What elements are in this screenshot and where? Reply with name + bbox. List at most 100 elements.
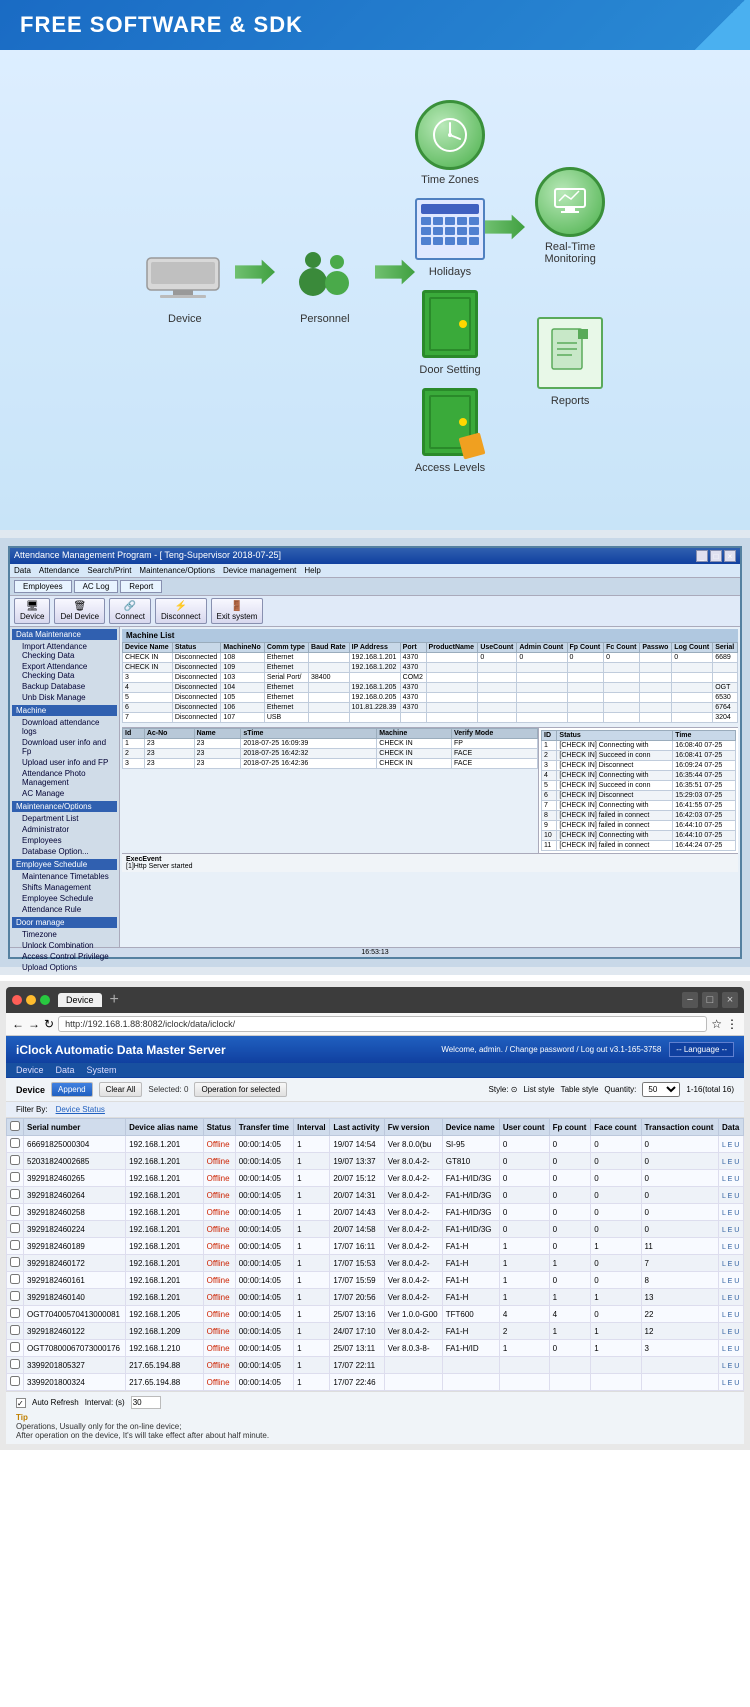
device-row[interactable]: 3929182460258192.168.1.201Offline00:00:1… — [7, 1204, 744, 1221]
sidebar-download-logs[interactable]: Download attendance logs — [12, 717, 117, 737]
sidebar-upload-user[interactable]: Upload user info and FP — [12, 757, 117, 768]
sidebar-export-attendance[interactable]: Export Attendance Checking Data — [12, 661, 117, 681]
new-tab-btn[interactable]: + — [110, 991, 119, 1009]
device-row[interactable]: 3929182460161192.168.1.201Offline00:00:1… — [7, 1272, 744, 1289]
sidebar-upload-options[interactable]: Upload Options — [12, 962, 117, 973]
device-row-checkbox[interactable] — [7, 1323, 24, 1340]
sidebar-photo-mgmt[interactable]: Attendance Photo Management — [12, 768, 117, 788]
sidebar-dept-list[interactable]: Department List — [12, 813, 117, 824]
menu-help[interactable]: Help — [304, 566, 320, 575]
device-row-checkbox[interactable] — [7, 1153, 24, 1170]
sidebar-backup-db[interactable]: Backup Database — [12, 681, 117, 692]
browser-minimize[interactable]: − — [682, 992, 698, 1008]
browser-dot-min[interactable] — [26, 995, 36, 1005]
append-btn[interactable]: Append — [51, 1082, 93, 1097]
tab-report[interactable]: Report — [120, 580, 162, 593]
device-row-checkbox[interactable] — [7, 1187, 24, 1204]
menu-device-mgmt[interactable]: Device management — [223, 566, 296, 575]
machine-table-container[interactable]: Device Name Status MachineNo Comm type B… — [122, 642, 738, 723]
menu-data[interactable]: Data — [14, 566, 31, 575]
sidebar-db-option[interactable]: Database Option... — [12, 846, 117, 857]
win-maximize-btn[interactable]: □ — [710, 550, 722, 562]
nav-more[interactable]: ⋮ — [726, 1017, 738, 1031]
menu-maintenance[interactable]: Maintenance/Options — [139, 566, 215, 575]
device-row[interactable]: 3929182460140192.168.1.201Offline00:00:1… — [7, 1289, 744, 1306]
select-all-checkbox[interactable] — [10, 1121, 20, 1131]
table-style[interactable]: Table style — [561, 1085, 599, 1094]
device-row[interactable]: 3929182460172192.168.1.201Offline00:00:1… — [7, 1255, 744, 1272]
device-row-checkbox[interactable] — [7, 1136, 24, 1153]
sidebar-ac-manage[interactable]: AC Manage — [12, 788, 117, 799]
sidebar-unb-disk[interactable]: Unb Disk Manage — [12, 692, 117, 703]
nav-star[interactable]: ☆ — [711, 1017, 722, 1031]
tab-employees[interactable]: Employees — [14, 580, 72, 593]
browser-close[interactable]: × — [722, 992, 738, 1008]
url-bar[interactable]: http://192.168.1.88:8082/iclock/data/icl… — [58, 1016, 707, 1032]
list-style[interactable]: List style — [523, 1085, 554, 1094]
device-row[interactable]: OGT70400570413000081192.168.1.205Offline… — [7, 1306, 744, 1323]
device-row[interactable]: 3929182460224192.168.1.201Offline00:00:1… — [7, 1221, 744, 1238]
toolbar-device-btn[interactable]: 🖥 Device — [14, 598, 50, 624]
machine-row[interactable]: 7Disconnected107USB3204 — [123, 713, 738, 723]
sidebar-import-attendance[interactable]: Import Attendance Checking Data — [12, 641, 117, 661]
win-close-btn[interactable]: × — [724, 550, 736, 562]
interval-input[interactable]: 30 — [131, 1396, 161, 1409]
sidebar-emp-schedule[interactable]: Employee Schedule — [12, 893, 117, 904]
nav-forward[interactable]: → — [28, 1017, 40, 1031]
event-row[interactable]: 223232018-07-25 16:42:32CHECK INFACE — [123, 749, 538, 759]
device-row-checkbox[interactable] — [7, 1357, 24, 1374]
device-row[interactable]: 66691825000304192.168.1.201Offline00:00:… — [7, 1136, 744, 1153]
device-row-checkbox[interactable] — [7, 1238, 24, 1255]
filter-value[interactable]: Device Status — [56, 1105, 105, 1114]
device-row-checkbox[interactable] — [7, 1170, 24, 1187]
sidebar-unlock[interactable]: Unlock Combination — [12, 940, 117, 951]
device-row-checkbox[interactable] — [7, 1221, 24, 1238]
sidebar-shifts-mgmt[interactable]: Shifts Management — [12, 882, 117, 893]
device-row-checkbox[interactable] — [7, 1289, 24, 1306]
operation-btn[interactable]: Operation for selected — [194, 1082, 287, 1097]
browser-restore[interactable]: □ — [702, 992, 718, 1008]
sidebar-admin[interactable]: Administrator — [12, 824, 117, 835]
menu-search-print[interactable]: Search/Print — [87, 566, 131, 575]
win-minimize-btn[interactable]: _ — [696, 550, 708, 562]
sidebar-timezone[interactable]: Timezone — [12, 929, 117, 940]
sidebar-maintenance-tt[interactable]: Maintenance Timetables — [12, 871, 117, 882]
toolbar-exit-btn[interactable]: 🚪 Exit system — [211, 598, 264, 624]
device-row[interactable]: OGT70800067073000176192.168.1.210Offline… — [7, 1340, 744, 1357]
sidebar-access-privilege[interactable]: Access Control Privilege — [12, 951, 117, 962]
device-row[interactable]: 3929182460122192.168.1.209Offline00:00:1… — [7, 1323, 744, 1340]
machine-row[interactable]: CHECK INDisconnected109Ethernet192.168.1… — [123, 663, 738, 673]
device-row[interactable]: 3399201800324217.65.194.88Offline00:00:1… — [7, 1374, 744, 1391]
tab-aclog[interactable]: AC Log — [74, 580, 119, 593]
event-row[interactable]: 323232018-07-25 16:42:36CHECK INFACE — [123, 759, 538, 769]
menu-attendance[interactable]: Attendance — [39, 566, 79, 575]
browser-dot-max[interactable] — [40, 995, 50, 1005]
browser-tab[interactable]: Device — [58, 993, 102, 1007]
device-row-checkbox[interactable] — [7, 1204, 24, 1221]
browser-dot-close[interactable] — [12, 995, 22, 1005]
language-btn[interactable]: -- Language -- — [669, 1042, 734, 1057]
nav-item-device[interactable]: Device — [16, 1065, 44, 1075]
machine-row[interactable]: 4Disconnected104Ethernet192.168.1.205437… — [123, 683, 738, 693]
machine-row[interactable]: CHECK INDisconnected108Ethernet192.168.1… — [123, 653, 738, 663]
device-row-checkbox[interactable] — [7, 1340, 24, 1357]
nav-item-data[interactable]: Data — [56, 1065, 75, 1075]
toolbar-disconnect-btn[interactable]: ⚡ Disconnect — [155, 598, 207, 624]
device-row-checkbox[interactable] — [7, 1306, 24, 1323]
clear-all-btn[interactable]: Clear All — [99, 1082, 143, 1097]
machine-row[interactable]: 6Disconnected106Ethernet101.81.228.39437… — [123, 703, 738, 713]
device-row[interactable]: 3399201805327217.65.194.88Offline00:00:1… — [7, 1357, 744, 1374]
event-row[interactable]: 123232018-07-25 16:09:39CHECK INFP — [123, 739, 538, 749]
device-row[interactable]: 3929182460189192.168.1.201Offline00:00:1… — [7, 1238, 744, 1255]
device-row-checkbox[interactable] — [7, 1374, 24, 1391]
toolbar-connect-btn[interactable]: 🔗 Connect — [109, 598, 151, 624]
machine-row[interactable]: 5Disconnected105Ethernet192.168.0.205437… — [123, 693, 738, 703]
device-row-checkbox[interactable] — [7, 1272, 24, 1289]
machine-row[interactable]: 3Disconnected103Serial Port/38400COM2 — [123, 673, 738, 683]
sidebar-employees[interactable]: Employees — [12, 835, 117, 846]
device-row[interactable]: 3929182460264192.168.1.201Offline00:00:1… — [7, 1187, 744, 1204]
sidebar-download-user[interactable]: Download user info and Fp — [12, 737, 117, 757]
toolbar-del-device-btn[interactable]: 🗑 Del Device — [54, 598, 105, 624]
device-row[interactable]: 3929182460265192.168.1.201Offline00:00:1… — [7, 1170, 744, 1187]
device-table-container[interactable]: Serial number Device alias name Status T… — [6, 1118, 744, 1391]
